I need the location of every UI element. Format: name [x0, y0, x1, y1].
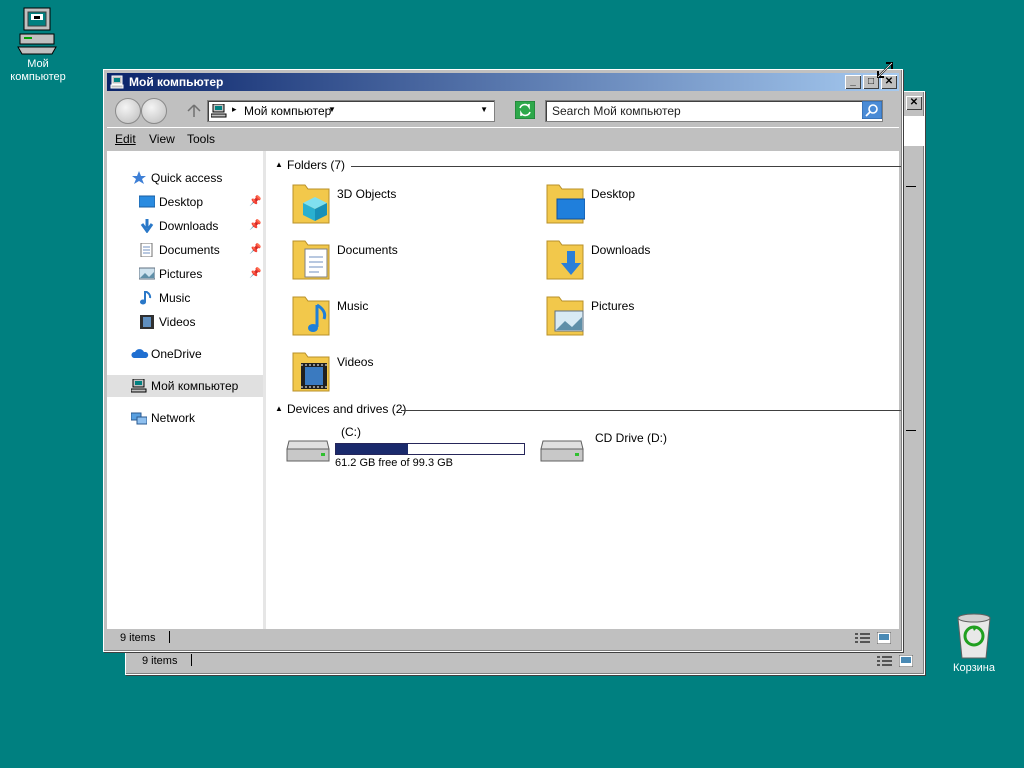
documents-folder-icon: [292, 240, 330, 280]
drive-d-label: CD Drive (D:): [595, 431, 667, 445]
desktop-folder-icon: [546, 184, 585, 224]
collapse-arrow-icon[interactable]: ▲: [275, 404, 283, 413]
folder-documents[interactable]: Documents: [291, 237, 531, 289]
resize-cursor-icon: [877, 62, 893, 78]
devices-group-header[interactable]: ▲ Devices and drives (2): [275, 402, 901, 418]
navigation-pane: Quick access Desktop 📌 Downloads 📌 Docum…: [107, 151, 266, 629]
menu-view[interactable]: View: [149, 132, 175, 146]
cd-drive-icon: [540, 440, 584, 462]
status-divider: [169, 631, 170, 643]
drive-d[interactable]: CD Drive (D:): [539, 425, 789, 465]
content-pane: ▲ Folders (7) 3D Objects Desktop Documen…: [269, 151, 901, 629]
collapse-arrow-icon[interactable]: ▲: [275, 160, 283, 169]
menu-edit[interactable]: Edit: [115, 132, 136, 146]
download-icon: [140, 219, 154, 233]
status-bar: 9 items: [107, 629, 899, 648]
downloads-folder-icon: [546, 240, 584, 280]
computer-icon: [17, 7, 57, 55]
explorer-window[interactable]: Мой компьютер _ □ ✕ ▸ Мой компьютер ▼ ▼ …: [103, 69, 903, 652]
folder-3d-objects[interactable]: 3D Objects: [291, 181, 531, 233]
drive-c-usage-bar: [335, 443, 525, 455]
status-item-count: 9 items: [120, 632, 156, 644]
title-bar[interactable]: Мой компьютер _ □ ✕: [107, 73, 899, 91]
music-folder-icon: [292, 296, 330, 336]
desktop-icon-recycle-bin[interactable]: Корзина: [936, 612, 1012, 675]
cloud-icon: [131, 349, 149, 358]
my-computer-label: Мой компьютер: [10, 58, 66, 83]
computer-icon: [110, 75, 124, 89]
recycle-bin-icon: [957, 613, 991, 659]
folders-group-header[interactable]: ▲ Folders (7): [275, 158, 901, 174]
music-icon: [140, 291, 152, 305]
pin-icon[interactable]: 📌: [249, 215, 261, 237]
menu-bar: Edit View Tools: [107, 127, 899, 150]
folder-videos[interactable]: Videos: [291, 349, 531, 401]
large-icons-view-icon[interactable]: [899, 655, 913, 667]
explorer-body: Quick access Desktop 📌 Downloads 📌 Docum…: [107, 151, 901, 629]
desktop-icon: [139, 195, 155, 208]
3d-objects-folder-icon: [292, 184, 330, 224]
network-icon: [131, 412, 147, 425]
search-icon[interactable]: [862, 101, 882, 119]
up-arrow-icon[interactable]: [187, 104, 201, 118]
large-icons-view-icon[interactable]: [877, 632, 891, 644]
back-window-close-button[interactable]: ✕: [906, 96, 922, 110]
address-text[interactable]: Мой компьютер: [244, 104, 331, 118]
desktop-icon-my-computer[interactable]: Мой компьютер: [0, 6, 76, 84]
drive-c-free-space: 61.2 GB free of 99.3 GB: [335, 457, 454, 469]
folder-desktop[interactable]: Desktop: [545, 181, 785, 233]
hard-drive-icon: [286, 440, 330, 462]
video-icon: [140, 315, 154, 329]
pin-icon[interactable]: 📌: [249, 263, 261, 285]
details-view-icon[interactable]: [855, 632, 871, 644]
picture-icon: [139, 267, 155, 280]
computer-icon: [211, 104, 227, 118]
window-title: Мой компьютер: [129, 75, 224, 89]
drive-c[interactable]: (C:) 61.2 GB free of 99.3 GB: [285, 425, 535, 469]
minimize-button[interactable]: _: [845, 75, 861, 89]
folder-downloads[interactable]: Downloads: [545, 237, 785, 289]
details-view-icon[interactable]: [877, 655, 893, 667]
back-status-count: 9 items: [142, 655, 178, 667]
videos-folder-icon: [292, 352, 330, 392]
breadcrumb-chevron-icon[interactable]: ▸: [232, 104, 237, 115]
search-placeholder: Search Мой компьютер: [552, 104, 681, 118]
drive-c-usage-fill: [336, 444, 409, 454]
drive-c-label: (C:): [341, 425, 361, 439]
pictures-folder-icon: [546, 296, 584, 336]
refresh-icon[interactable]: [515, 101, 535, 119]
navigation-bar: ▸ Мой компьютер ▼ ▼ Search Мой компьютер: [107, 93, 899, 127]
forward-button[interactable]: [141, 98, 167, 124]
recycle-bin-label: Корзина: [953, 662, 995, 674]
back-button[interactable]: [115, 98, 141, 124]
menu-tools[interactable]: Tools: [187, 132, 215, 146]
folder-pictures[interactable]: Pictures: [545, 293, 785, 345]
address-dropdown-icon[interactable]: ▼: [328, 105, 336, 114]
computer-icon: [131, 379, 147, 393]
star-icon: [132, 171, 146, 184]
pin-icon[interactable]: 📌: [249, 239, 261, 261]
history-dropdown-icon[interactable]: ▼: [480, 105, 488, 114]
search-input[interactable]: Search Мой компьютер: [545, 100, 883, 122]
pin-icon[interactable]: 📌: [249, 191, 261, 213]
address-bar[interactable]: ▸ Мой компьютер ▼ ▼: [207, 100, 495, 122]
folder-music[interactable]: Music: [291, 293, 531, 345]
document-icon: [140, 243, 153, 257]
